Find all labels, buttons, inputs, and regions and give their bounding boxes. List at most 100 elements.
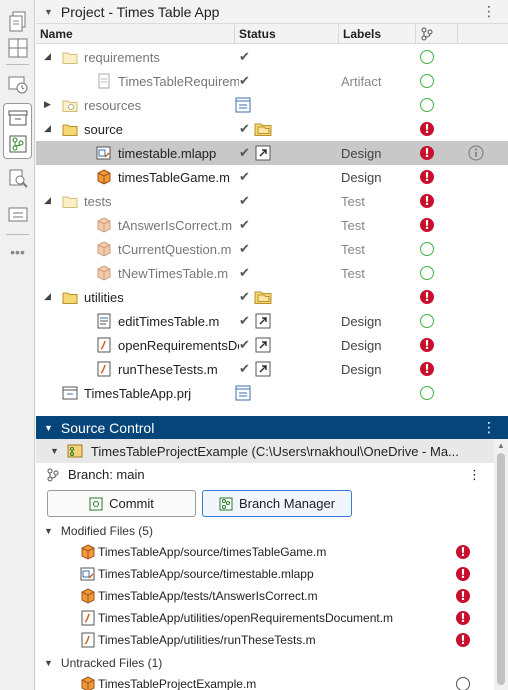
modified-file-row[interactable]: TimesTableApp/utilities/openRequirements…	[80, 607, 494, 629]
scroll-up-icon[interactable]: ▲	[497, 441, 505, 450]
modified-files-section[interactable]: ▼ Modified Files (5)	[44, 524, 153, 538]
git-ok-icon	[420, 386, 434, 400]
commit-icon	[89, 497, 103, 510]
source-control-menu-icon[interactable]: ⋮	[482, 419, 496, 436]
tree-row[interactable]: ◢ requirements ✔	[36, 45, 508, 69]
mlapp-icon	[96, 145, 112, 161]
tree-item-label: Test	[341, 218, 365, 233]
check-icon: ✔	[239, 121, 250, 136]
tree-item-label: Test	[341, 242, 365, 257]
activity-bar: •••	[0, 0, 35, 690]
tree-item-name: tAnswerIsCorrect.m	[118, 218, 233, 233]
files-icon[interactable]	[4, 8, 31, 35]
check-icon: ✔	[239, 73, 250, 88]
column-git[interactable]	[416, 24, 458, 43]
expand-down-icon[interactable]: ◢	[44, 123, 51, 134]
tree-item-name: requirements	[84, 50, 160, 65]
modified-file-row[interactable]: TimesTableApp/tests/tAnswerIsCorrect.m!	[80, 585, 494, 607]
tree-item-name: timesTableGame.m	[118, 170, 230, 185]
column-name[interactable]: Name	[36, 24, 235, 43]
tree-item-label: Design	[341, 170, 382, 185]
tree-row[interactable]: ◢ source ✔!	[36, 117, 508, 141]
modified-file-row[interactable]: TimesTableApp/source/timesTableGame.m!	[80, 541, 494, 563]
expand-down-icon[interactable]: ◢	[44, 195, 51, 206]
tree-row[interactable]: ◢ utilities ✔!	[36, 285, 508, 309]
branch-manager-label: Branch Manager	[238, 496, 336, 511]
column-status[interactable]: Status	[235, 24, 339, 43]
collapse-icon[interactable]: ▼	[44, 423, 53, 433]
tree-row[interactable]: timestable.mlapp ✔ Design!	[36, 141, 508, 165]
check-icon: ✔	[239, 313, 250, 328]
tree-row[interactable]: ▶ resources	[36, 93, 508, 117]
script-icon	[80, 610, 96, 626]
collapse-icon[interactable]: ▼	[44, 658, 53, 668]
find-files-icon[interactable]	[4, 164, 31, 191]
expand-down-icon[interactable]: ◢	[44, 291, 51, 302]
project-icon[interactable]	[4, 104, 31, 131]
source-control-panel: ▼ Source Control ⋮ ▼ TimesTableProjectEx…	[36, 416, 508, 690]
more-icon[interactable]: •••	[4, 238, 31, 265]
modified-file-row[interactable]: TimesTableApp/source/timestable.mlapp!	[80, 563, 494, 585]
modified-files-header: Modified Files (5)	[60, 524, 153, 538]
status-badge-icon	[254, 337, 272, 353]
folder-icon	[62, 121, 78, 137]
tree-item-label: Test	[341, 266, 365, 281]
tree-item-name: tests	[84, 194, 112, 209]
tree-row[interactable]: TimesTableApp.prj	[36, 381, 508, 405]
tree-row[interactable]: timesTableGame.m ✔ Design!	[36, 165, 508, 189]
branch-menu-icon[interactable]: ⋮	[468, 467, 481, 483]
modified-icon: !	[456, 633, 470, 647]
mlapp-icon	[80, 566, 96, 582]
modified-file-row[interactable]: TimesTableApp/utilities/runTheseTests.m!	[80, 629, 494, 651]
tree-item-label: Artifact	[341, 74, 382, 89]
project-menu-icon[interactable]: ⋮	[482, 3, 496, 20]
tree-row[interactable]: tAnswerIsCorrect.m ✔ Test!	[36, 213, 508, 237]
commit-button[interactable]: Commit	[47, 490, 196, 517]
folder-light-icon	[62, 49, 78, 65]
source-control-icon[interactable]	[4, 130, 31, 157]
untracked-icon	[456, 677, 470, 690]
tree-row[interactable]: tNewTimesTable.m ✔ Test	[36, 261, 508, 285]
commit-label: Commit	[109, 496, 154, 511]
tree-item-name: tCurrentQuestion.m	[118, 242, 232, 257]
tree-row[interactable]: editTimesTable.m ✔ Design	[36, 309, 508, 333]
collapse-icon[interactable]: ▼	[44, 526, 53, 536]
modified-icon: !	[456, 567, 470, 581]
check-icon: ✔	[239, 169, 250, 184]
source-control-title: Source Control	[60, 419, 155, 436]
expand-right-icon[interactable]: ▶	[44, 99, 51, 110]
git-ok-icon	[420, 74, 434, 88]
project-panel: ▼ Project - Times Table App ⋮ Name Statu…	[36, 0, 508, 416]
tree-row[interactable]: tCurrentQuestion.m ✔ Test	[36, 237, 508, 261]
prj-icon	[62, 385, 78, 401]
tree-item-name: openRequirementsDocum	[118, 338, 239, 353]
git-modified-icon: !	[420, 290, 434, 304]
info-icon[interactable]	[468, 145, 484, 161]
collapse-icon[interactable]: ▼	[50, 446, 59, 456]
column-labels[interactable]: Labels	[339, 24, 416, 43]
tree-row[interactable]: runTheseTests.m ✔ Design!	[36, 357, 508, 381]
scrollbar-thumb[interactable]	[497, 453, 505, 685]
branch-manager-button[interactable]: Branch Manager	[202, 490, 352, 517]
untracked-file-row[interactable]: TimesTableProjectExample.m	[80, 673, 494, 690]
history-icon[interactable]	[4, 70, 31, 97]
folder-icon	[62, 289, 78, 305]
status-badge-icon	[254, 361, 272, 377]
tree-row[interactable]: ◢ tests ✔ Test!	[36, 189, 508, 213]
workspace-grid-icon[interactable]	[4, 34, 31, 61]
test-icon	[96, 265, 112, 281]
repository-row[interactable]: ▼ TimesTableProjectExample (C:\Users\rna…	[36, 439, 494, 463]
collapse-icon[interactable]: ▼	[44, 7, 53, 17]
scrollbar[interactable]: ▲	[494, 439, 508, 690]
tree-row[interactable]: TimesTableRequirements✔ Artifact	[36, 69, 508, 93]
untracked-files-header: Untracked Files (1)	[60, 656, 163, 670]
compare-icon[interactable]	[4, 200, 31, 227]
app-root: ••• ▼ Project - Times Table App ⋮ Name S…	[0, 0, 508, 690]
expand-down-icon[interactable]: ◢	[44, 51, 51, 62]
branch-label: Branch: main	[68, 467, 145, 482]
tree-row[interactable]: openRequirementsDocum✔ Design!	[36, 333, 508, 357]
tree-item-name: TimesTableRequirements	[118, 74, 239, 89]
untracked-files-section[interactable]: ▼ Untracked Files (1)	[44, 656, 162, 670]
file-path: TimesTableApp/utilities/openRequirements…	[98, 611, 394, 625]
test-icon	[96, 241, 112, 257]
